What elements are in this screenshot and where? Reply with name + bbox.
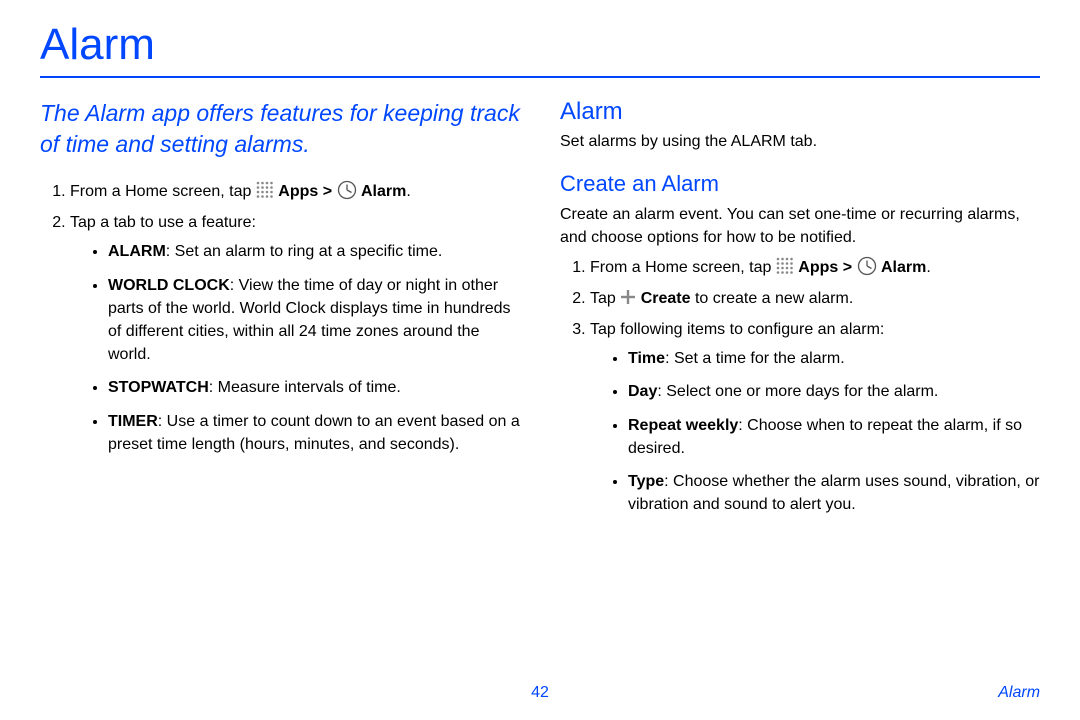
option-desc: : Select one or more days for the alarm. <box>657 383 938 400</box>
feature-stopwatch: STOPWATCH: Measure intervals of time. <box>108 376 520 399</box>
clock-icon <box>857 256 877 276</box>
section-desc: Set alarms by using the ALARM tab. <box>560 130 1040 153</box>
left-column: The Alarm app offers features for keepin… <box>40 98 520 526</box>
apps-grid-icon <box>776 257 794 275</box>
page-number: 42 <box>531 684 549 702</box>
apps-label: Apps <box>798 259 838 276</box>
feature-desc: : Measure intervals of time. <box>209 379 401 396</box>
options-list: Time: Set a time for the alarm. Day: Sel… <box>590 347 1040 516</box>
feature-alarm: ALARM: Set an alarm to ring at a specifi… <box>108 240 520 263</box>
step-text: Tap following items to configure an alar… <box>590 321 884 338</box>
left-steps: From a Home screen, tap Apps > Alarm. Ta… <box>40 180 520 456</box>
step-text: Tap <box>590 290 620 307</box>
feature-timer: TIMER: Use a timer to count down to an e… <box>108 410 520 456</box>
content-columns: The Alarm app offers features for keepin… <box>40 98 1040 526</box>
subsection-heading-create: Create an Alarm <box>560 171 1040 197</box>
right-step-2: Tap Create to create a new alarm. <box>590 287 1040 310</box>
option-repeat: Repeat weekly: Choose when to repeat the… <box>628 414 1040 460</box>
intro-text: The Alarm app offers features for keepin… <box>40 98 520 160</box>
option-type: Type: Choose whether the alarm uses soun… <box>628 470 1040 516</box>
subsection-intro: Create an alarm event. You can set one-t… <box>560 203 1040 249</box>
option-name: Repeat weekly <box>628 417 738 434</box>
feature-name: STOPWATCH <box>108 379 209 396</box>
left-step-1: From a Home screen, tap Apps > Alarm. <box>70 180 520 203</box>
separator: > <box>838 259 856 276</box>
left-step-2: Tap a tab to use a feature: ALARM: Set a… <box>70 211 520 456</box>
apps-label: Apps <box>278 183 318 200</box>
right-steps: From a Home screen, tap Apps > Alarm. Ta… <box>560 256 1040 517</box>
create-label: Create <box>641 290 691 307</box>
option-desc: : Choose whether the alarm uses sound, v… <box>628 473 1039 513</box>
feature-name: WORLD CLOCK <box>108 277 230 294</box>
page-footer: 42 Alarm <box>40 684 1040 702</box>
feature-name: ALARM <box>108 243 166 260</box>
feature-desc: : Set an alarm to ring at a specific tim… <box>166 243 443 260</box>
period: . <box>406 183 410 200</box>
feature-name: TIMER <box>108 413 158 430</box>
alarm-label: Alarm <box>881 259 926 276</box>
step-text: From a Home screen, tap <box>70 183 256 200</box>
step-text: Tap a tab to use a feature: <box>70 214 256 231</box>
option-name: Day <box>628 383 657 400</box>
apps-grid-icon <box>256 181 274 199</box>
page-title: Alarm <box>40 20 1040 70</box>
right-step-1: From a Home screen, tap Apps > Alarm. <box>590 256 1040 279</box>
alarm-label: Alarm <box>361 183 406 200</box>
feature-world-clock: WORLD CLOCK: View the time of day or nig… <box>108 274 520 367</box>
plus-icon <box>620 289 636 305</box>
footer-section-label: Alarm <box>549 684 1040 702</box>
option-day: Day: Select one or more days for the ala… <box>628 380 1040 403</box>
step-text: to create a new alarm. <box>691 290 854 307</box>
right-step-3: Tap following items to configure an alar… <box>590 318 1040 516</box>
option-name: Time <box>628 350 665 367</box>
option-name: Type <box>628 473 664 490</box>
period: . <box>926 259 930 276</box>
step-text: From a Home screen, tap <box>590 259 776 276</box>
feature-desc: : Use a timer to count down to an event … <box>108 413 520 453</box>
section-heading-alarm: Alarm <box>560 98 1040 126</box>
option-time: Time: Set a time for the alarm. <box>628 347 1040 370</box>
option-desc: : Set a time for the alarm. <box>665 350 845 367</box>
separator: > <box>318 183 336 200</box>
right-column: Alarm Set alarms by using the ALARM tab.… <box>560 98 1040 526</box>
title-rule <box>40 76 1040 78</box>
clock-icon <box>337 180 357 200</box>
feature-list: ALARM: Set an alarm to ring at a specifi… <box>70 240 520 456</box>
